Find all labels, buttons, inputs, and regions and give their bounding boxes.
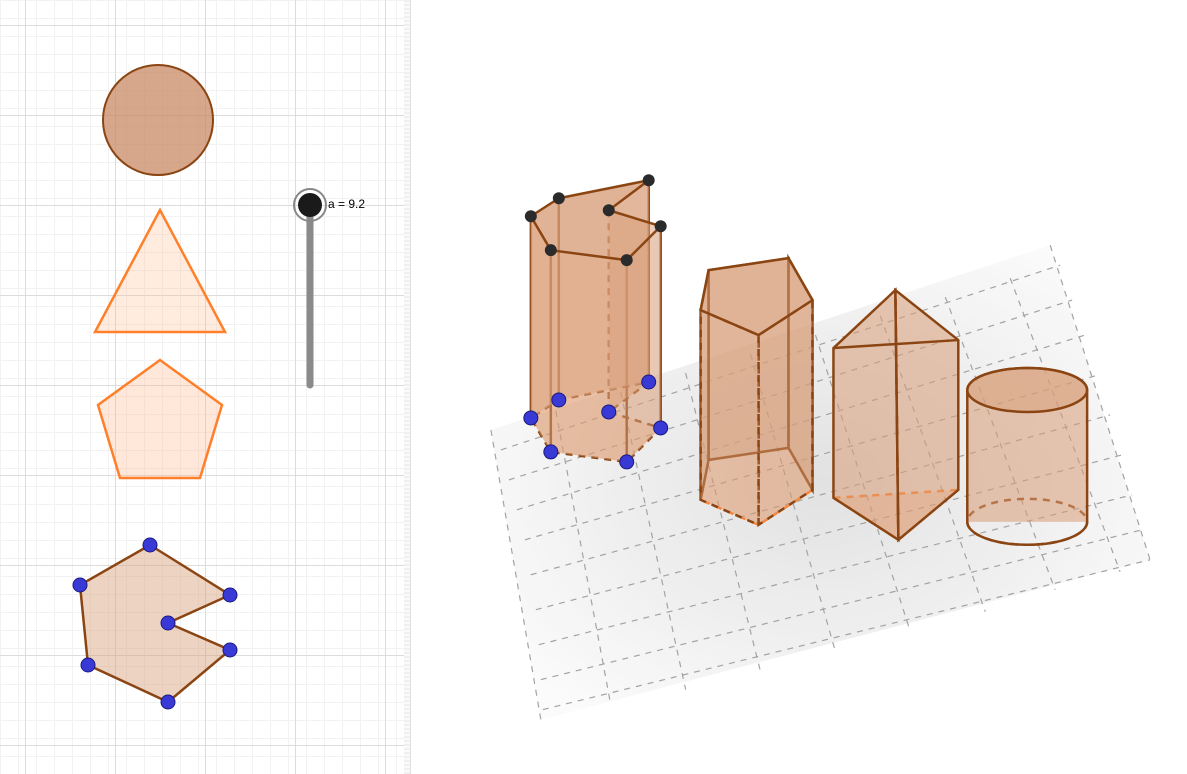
- geogebra-app: a = 9.2: [0, 0, 1187, 774]
- graphics-2d-panel[interactable]: a = 9.2: [0, 0, 411, 774]
- circle-shape[interactable]: [103, 65, 213, 175]
- pentagon-shape[interactable]: [98, 360, 222, 478]
- polygon-vertex[interactable]: [143, 538, 157, 552]
- polygon-vertex[interactable]: [223, 643, 237, 657]
- free-polygon-shape[interactable]: [73, 538, 237, 709]
- slider-a[interactable]: [294, 189, 326, 385]
- polygon-vertex[interactable]: [161, 695, 175, 709]
- triangle-shape[interactable]: [95, 210, 225, 332]
- polygon-vertex[interactable]: [223, 588, 237, 602]
- polygon-vertex[interactable]: [73, 578, 87, 592]
- cylinder-prism[interactable]: [967, 368, 1087, 545]
- graphics-2d-svg[interactable]: [0, 0, 410, 774]
- graphics-3d-svg[interactable]: [411, 0, 1187, 774]
- polygon-vertex[interactable]: [81, 658, 95, 672]
- pentagonal-prism[interactable]: [701, 258, 813, 525]
- slider-thumb[interactable]: [298, 193, 322, 217]
- polygon-vertex[interactable]: [161, 616, 175, 630]
- free-polygon-prism[interactable]: [524, 174, 668, 469]
- graphics-3d-panel[interactable]: [411, 0, 1187, 774]
- slider-label: a = 9.2: [328, 197, 365, 211]
